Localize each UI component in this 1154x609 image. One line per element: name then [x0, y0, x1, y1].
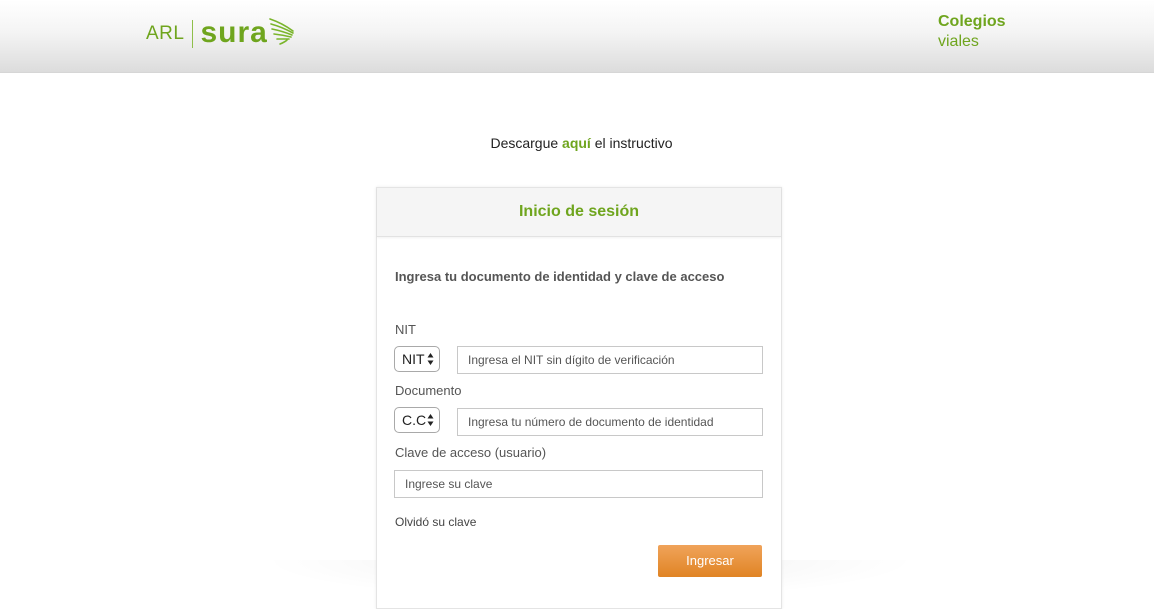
login-card-title: Inicio de sesión: [377, 188, 781, 237]
login-card: Inicio de sesión Ingresa tu documento de…: [376, 187, 782, 609]
document-type-value: C.C: [402, 412, 427, 428]
password-label: Clave de acceso (usuario): [395, 445, 547, 460]
download-text-before: Descargue: [490, 135, 563, 151]
download-link[interactable]: aquí: [562, 135, 591, 151]
arl-sura-logo[interactable]: ARL sura: [146, 14, 296, 54]
nit-label: NIT: [395, 322, 416, 337]
document-type-select[interactable]: C.C: [394, 407, 440, 433]
logo-arl-text: ARL: [146, 23, 185, 44]
password-input[interactable]: Ingrese su clave: [394, 470, 763, 498]
document-input[interactable]: Ingresa tu número de documento de identi…: [457, 408, 763, 436]
brand-title-line1: Colegios: [938, 13, 1006, 30]
logo-sura-text: sura: [200, 15, 268, 49]
colegios-viales-title: Colegios viales: [938, 12, 1006, 52]
download-instructions: Descargue aquí el instructivo: [0, 135, 1154, 151]
login-instructions: Ingresa tu documento de identidad y clav…: [395, 269, 725, 284]
forgot-password-link[interactable]: Olvidó su clave: [395, 515, 476, 529]
logo-divider: [192, 20, 194, 48]
nit-type-select[interactable]: NIT: [394, 346, 440, 372]
nit-type-value: NIT: [402, 351, 425, 367]
nit-input[interactable]: Ingresa el NIT sin dígito de verificació…: [457, 346, 763, 374]
brand-title-line2: viales: [938, 33, 979, 50]
document-label: Documento: [395, 383, 462, 398]
up-down-arrows-icon: [427, 353, 434, 365]
up-down-arrows-icon: [427, 414, 434, 426]
wing-icon: [269, 18, 294, 45]
submit-button[interactable]: Ingresar: [658, 545, 762, 577]
top-header: ARL sura Colegios viales: [0, 0, 1154, 73]
download-text-after: el instructivo: [590, 135, 673, 151]
